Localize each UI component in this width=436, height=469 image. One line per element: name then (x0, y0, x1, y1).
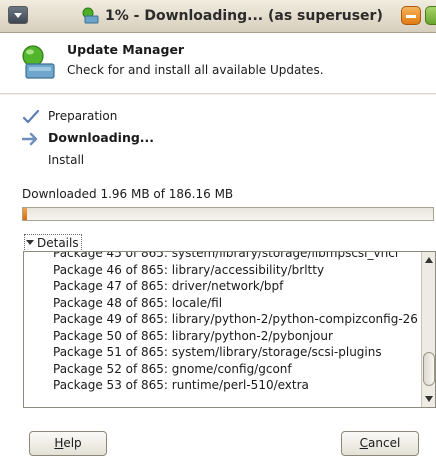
log-line: Package 45 of 865: system/library/storag… (53, 251, 399, 260)
cancel-mnemonic: C (359, 436, 369, 450)
maximize-button[interactable] (425, 6, 436, 25)
checkmark-icon (22, 109, 40, 124)
expander-arrow-icon (26, 240, 34, 245)
update-manager-icon (22, 45, 55, 79)
window-title: 1% - Downloading... (as superuser) (105, 8, 383, 24)
step-downloading: Downloading... (22, 129, 402, 151)
cancel-label-rest: ancel (368, 436, 401, 450)
help-mnemonic: H (54, 436, 64, 450)
step-list: Preparation Downloading... Install (22, 107, 402, 173)
progress-fill (23, 208, 28, 220)
dialog-header: Update Manager Check for and install all… (0, 33, 436, 93)
title-bar[interactable]: 1% - Downloading... (as superuser) (0, 0, 436, 33)
help-label-rest: elp (63, 436, 82, 450)
log-line: Package 51 of 865: system/library/storag… (53, 345, 382, 359)
step-label: Install (48, 153, 85, 167)
log-lines: Package 45 of 865: system/library/storag… (53, 251, 418, 394)
header-separator (0, 93, 436, 95)
scroll-thumb[interactable] (423, 352, 435, 386)
help-button[interactable]: Help (29, 431, 107, 456)
step-preparation: Preparation (22, 107, 402, 129)
log-line: Package 50 of 865: library/python-2/pybo… (53, 328, 333, 343)
step-install: Install (22, 151, 402, 173)
dialog-title: Update Manager (67, 42, 185, 57)
log-line: Package 53 of 865: runtime/perl-510/extr… (53, 378, 309, 392)
step-label: Downloading... (48, 130, 155, 145)
details-expander[interactable]: Details (24, 234, 82, 252)
update-manager-small-icon (82, 7, 99, 24)
scroll-down-icon[interactable] (423, 393, 434, 405)
log-line: Package 48 of 865: locale/fil (53, 295, 223, 310)
arrow-right-icon (22, 132, 38, 146)
log-line: Package 46 of 865: library/accessibility… (53, 262, 325, 277)
download-status: Downloaded 1.96 MB of 186.16 MB (22, 187, 234, 201)
log-line: Package 52 of 865: gnome/config/gconf (53, 361, 292, 376)
dialog-subtitle: Check for and install all available Upda… (67, 63, 324, 77)
details-label: Details (37, 236, 79, 250)
log-line: Package 47 of 865: driver/network/bpf (53, 279, 284, 293)
scroll-up-icon[interactable] (423, 254, 434, 266)
minimize-button[interactable] (401, 6, 421, 25)
details-log[interactable]: Package 45 of 865: system/library/storag… (23, 251, 436, 408)
download-progress-bar (22, 207, 434, 221)
log-scrollbar[interactable] (421, 252, 435, 407)
cancel-button[interactable]: Cancel (341, 431, 419, 456)
step-label: Preparation (48, 109, 118, 123)
log-line: Package 49 of 865: library/python-2/pyth… (53, 312, 418, 326)
window-menu-icon[interactable] (8, 6, 28, 24)
